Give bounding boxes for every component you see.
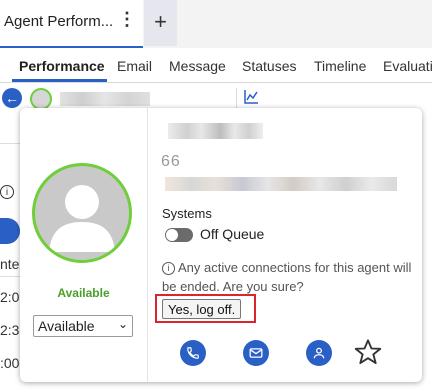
warning-text: Any active connections for this agent wi…	[162, 260, 412, 294]
popup-divider	[147, 108, 148, 382]
time-cell: 2:0	[0, 289, 20, 305]
queue-toggle[interactable]	[165, 228, 193, 242]
call-button-partial[interactable]	[0, 218, 20, 244]
tab-performance[interactable]: Performance	[19, 58, 105, 74]
agent-name-redacted	[168, 123, 263, 139]
confirm-logoff-button[interactable]: Yes, log off.	[162, 299, 242, 319]
person-silhouette-icon	[49, 185, 115, 252]
tab-bar: Agent Perform... ⋮ +	[0, 0, 432, 48]
profile-button[interactable]	[306, 340, 332, 366]
agent-name-redacted	[60, 92, 150, 106]
chevron-down-icon: ⌄	[117, 317, 128, 331]
favorite-star-icon[interactable]	[353, 338, 383, 366]
tab-menu-icon[interactable]: ⋮	[118, 9, 136, 30]
subnav-divider	[0, 82, 432, 83]
agent-email-redacted	[165, 177, 397, 191]
chart-icon[interactable]	[243, 89, 259, 105]
sub-navigation: Performance Email Message Statuses Timel…	[0, 52, 432, 82]
tab-email[interactable]: Email	[117, 58, 152, 74]
tab-title: Agent Perform...	[4, 13, 114, 30]
systems-label: Systems	[162, 206, 212, 221]
email-button[interactable]	[243, 340, 269, 366]
tab-timeline[interactable]: Timeline	[314, 58, 366, 74]
tab-statuses[interactable]: Statuses	[242, 58, 296, 74]
time-cell: 2:3	[0, 322, 20, 338]
phone-icon	[187, 347, 199, 359]
tab-evaluations[interactable]: Evaluati	[383, 58, 432, 74]
extension-number: 66	[161, 153, 181, 170]
agent-profile-popup: Available Available ⌄ 66 Systems Off Que…	[20, 108, 422, 382]
agent-avatar	[32, 163, 132, 263]
tab-message[interactable]: Message	[169, 58, 226, 74]
info-icon: i	[0, 185, 14, 199]
info-icon: i	[162, 262, 175, 275]
tab-agent-performance[interactable]: Agent Perform... ⋮	[0, 0, 143, 48]
call-button[interactable]	[180, 340, 206, 366]
status-select-value: Available	[38, 318, 95, 334]
email-icon	[249, 348, 263, 358]
back-arrow-icon[interactable]: ←	[2, 88, 22, 108]
left-divider	[0, 143, 20, 144]
header-divider	[236, 88, 237, 110]
add-tab-button[interactable]: +	[144, 0, 177, 46]
toggle-knob	[166, 229, 178, 241]
row-divider	[0, 276, 20, 277]
time-cell: :00	[0, 355, 20, 371]
profile-icon	[313, 347, 325, 359]
queue-status-label: Off Queue	[200, 226, 265, 242]
status-select[interactable]: Available ⌄	[33, 315, 133, 337]
header-avatar	[30, 88, 52, 110]
logoff-warning: i Any active connections for this agent w…	[162, 258, 412, 296]
presence-label: Available	[57, 286, 110, 300]
